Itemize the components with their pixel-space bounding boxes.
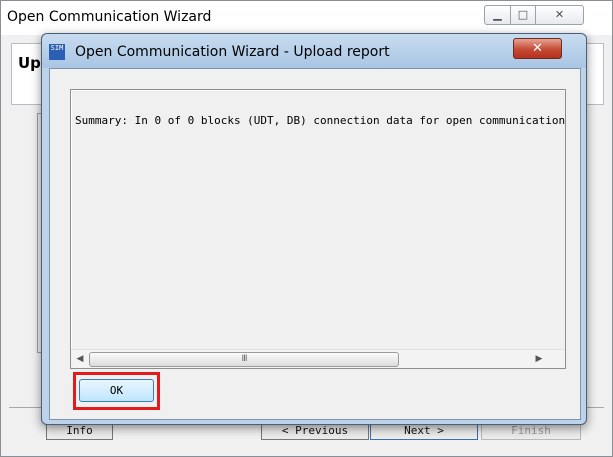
minimize-button[interactable]: ▁	[484, 5, 511, 25]
dialog-close-button[interactable]: ✕	[513, 38, 562, 59]
report-text-area[interactable]: Summary: In 0 of 0 blocks (UDT, DB) conn…	[70, 89, 566, 369]
maximize-icon: □	[517, 8, 529, 21]
horizontal-scrollbar[interactable]: ◀ III ▶	[71, 349, 565, 368]
minimize-icon: ▁	[493, 8, 502, 21]
wizard-titlebar: Open Communication Wizard ▁ □ ✕	[1, 1, 612, 35]
close-icon: ✕	[554, 8, 565, 21]
scrollbar-grip: III	[241, 354, 248, 364]
dialog-client-area: Summary: In 0 of 0 blocks (UDT, DB) conn…	[49, 68, 581, 420]
scroll-left-arrow-icon[interactable]: ◀	[72, 351, 88, 367]
close-button[interactable]: ✕	[535, 5, 584, 25]
wizard-title: Open Communication Wizard	[7, 9, 212, 25]
maximize-button[interactable]: □	[510, 5, 536, 25]
dialog-titlebar: SIM Open Communication Wizard - Upload r…	[42, 34, 586, 68]
wizard-step-title: Up	[18, 54, 41, 72]
dialog-title: Open Communication Wizard - Upload repor…	[75, 44, 390, 60]
close-icon: ✕	[532, 41, 543, 56]
report-summary-text: Summary: In 0 of 0 blocks (UDT, DB) conn…	[75, 114, 566, 127]
simatic-app-icon: SIM	[49, 44, 65, 60]
upload-report-dialog: SIM Open Communication Wizard - Upload r…	[41, 33, 587, 425]
scrollbar-thumb[interactable]: III	[89, 352, 399, 367]
scroll-right-arrow-icon[interactable]: ▶	[531, 351, 547, 367]
ok-button[interactable]: OK	[79, 379, 154, 402]
